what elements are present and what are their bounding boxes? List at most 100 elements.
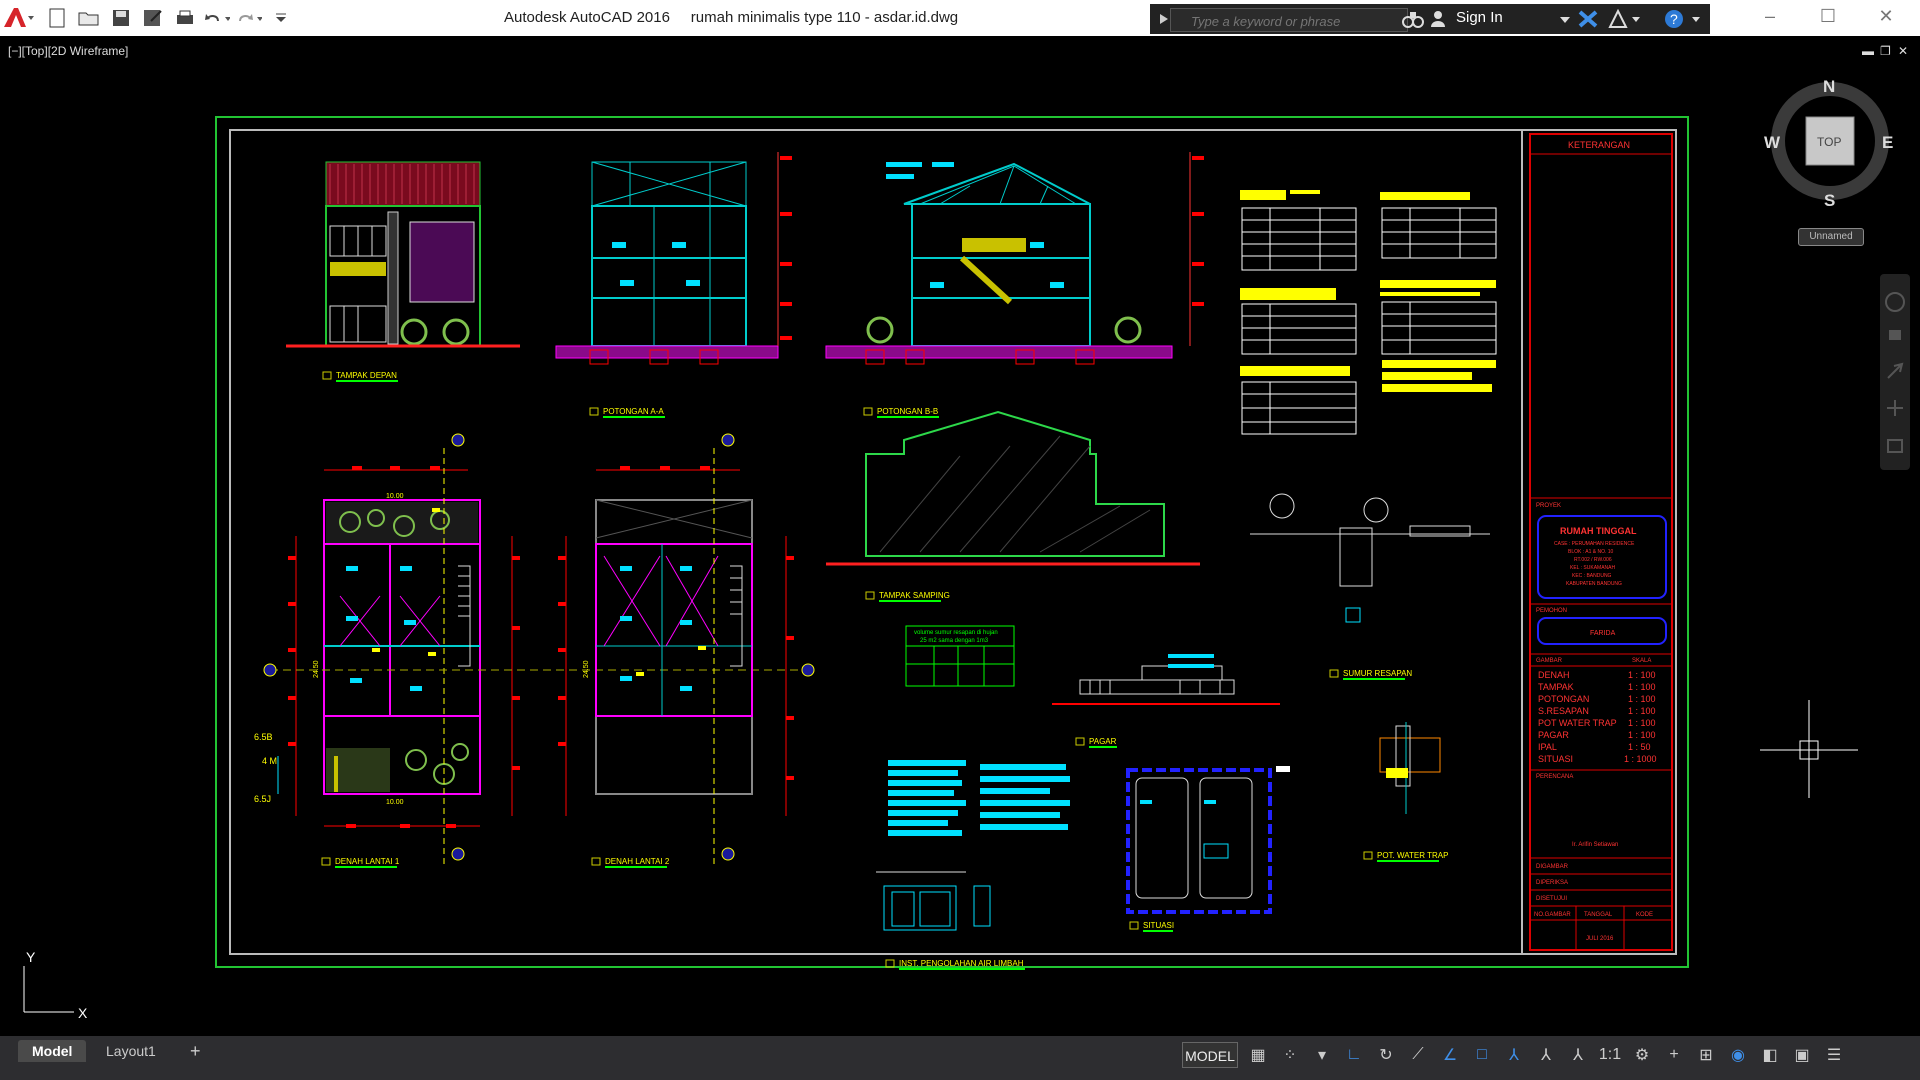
annotation-monitor-icon[interactable]: + [1660, 1042, 1688, 1068]
tb-skala: SKALA [1632, 658, 1651, 664]
navigation-bar [1880, 274, 1910, 470]
chevron-down-icon[interactable] [1560, 17, 1570, 23]
tb-gambar: GAMBAR [1536, 658, 1563, 664]
viewcube[interactable]: TOP N S W E [1764, 77, 1893, 210]
units-icon[interactable]: ⊞ [1692, 1042, 1720, 1068]
annotation-scale-icon[interactable]: ⅄ [1564, 1042, 1592, 1068]
site-plan: SITUASI [1126, 766, 1290, 932]
tb-pemohon-name: FARIDA [1590, 630, 1616, 637]
tb-project-line-5: KEC : BANDUNG [1572, 573, 1612, 579]
workspace-gear-icon[interactable]: ⚙ [1628, 1042, 1656, 1068]
search-box[interactable] [1170, 8, 1408, 32]
clean-screen-icon[interactable]: ▣ [1788, 1042, 1816, 1068]
viewcube-north[interactable]: N [1823, 77, 1835, 96]
showmotion-icon[interactable] [1887, 439, 1903, 453]
tab-layout1[interactable]: Layout1 [92, 1040, 170, 1062]
open-folder-icon[interactable] [76, 6, 102, 30]
add-layout-button[interactable]: + [176, 1040, 215, 1062]
dim-top: 10.00 [386, 493, 404, 500]
exchange-apps-icon[interactable] [1578, 10, 1598, 28]
viewcube-west[interactable]: W [1764, 133, 1781, 152]
auto-scale-icon[interactable]: ⅄ [1532, 1042, 1560, 1068]
isolate-objects-icon[interactable]: ◧ [1756, 1042, 1784, 1068]
ortho-icon[interactable]: ∟ [1340, 1042, 1368, 1068]
sign-in-button[interactable]: Sign In [1456, 9, 1503, 26]
redo-icon[interactable] [236, 6, 262, 30]
save-icon[interactable] [108, 6, 134, 30]
hardware-acceleration-icon[interactable]: ◉ [1724, 1042, 1752, 1068]
viewcube-east[interactable]: E [1882, 133, 1893, 152]
tb-sheet-scale-5: 1 : 100 [1628, 718, 1656, 728]
drawing-svg: TAMPAK DEPAN POTONGAN A-A POTONGAN B-B T… [23, 77, 1893, 1021]
notes-block [888, 760, 1070, 836]
steering-wheel-icon[interactable] [1885, 292, 1905, 312]
quick-access-toolbar [44, 6, 294, 30]
tb-sheet-name-7: IPAL [1538, 742, 1557, 752]
ucs-menu[interactable]: Unnamed [1798, 228, 1864, 246]
dim-side-2: 24.50 [583, 660, 590, 678]
tb-project-line-3: RT.002 / RW.006 [1574, 557, 1612, 563]
autodesk-a360-icon[interactable] [1608, 9, 1642, 29]
model-space-button[interactable]: MODEL [1182, 1042, 1238, 1068]
grid-icon[interactable]: ▦ [1244, 1042, 1272, 1068]
minimize-button[interactable]: – [1750, 6, 1790, 30]
annotation-visibility-icon[interactable]: ⅄ [1500, 1042, 1528, 1068]
snap-icon[interactable]: ⁘ [1276, 1042, 1304, 1068]
binoculars-icon[interactable] [1402, 9, 1424, 29]
tb-sheet-name-5: POT WATER TRAP [1538, 718, 1617, 728]
label-potongan-bb: POTONGAN B-B [877, 407, 938, 416]
label-potongan-aa: POTONGAN A-A [603, 407, 664, 416]
polar-tracking-icon[interactable]: ↻ [1372, 1042, 1400, 1068]
isodraft-icon[interactable]: ⟋ [1404, 1042, 1432, 1068]
annotation-scale-value[interactable]: 1:1 [1596, 1042, 1624, 1068]
plot-icon[interactable] [172, 6, 198, 30]
left-mark-2: 4 M [262, 756, 277, 766]
tb-sheet-name-8: SITUASI [1538, 754, 1573, 764]
tb-sheet-name-6: PAGAR [1538, 730, 1569, 740]
crosshair-cursor [1760, 700, 1858, 798]
floor-plan-1: 10.00 24.50 10.00 6.5B 4 M 6.5J DENAH LA… [254, 433, 520, 868]
zoom-icon[interactable] [1887, 362, 1904, 379]
tb-project-line-4: KEL : SUKAMANAH [1570, 565, 1615, 571]
viewport-restore-icon[interactable]: ❐ [1880, 44, 1891, 58]
tb-sheet-name-3: POTONGAN [1538, 694, 1589, 704]
customization-menu-icon[interactable]: ☰ [1820, 1042, 1848, 1068]
pan-icon[interactable] [1889, 330, 1901, 340]
customize-dropdown-icon[interactable] [268, 6, 294, 30]
autocad-logo-icon[interactable] [2, 5, 34, 31]
tb-disetujui: DISETUJUI [1536, 896, 1567, 902]
new-file-icon[interactable] [44, 6, 70, 30]
tb-perencana: PERENCANA [1536, 774, 1573, 780]
status-toolbar: ▦ ⁘ ▾ ∟ ↻ ⟋ ∠ □ ⅄ ⅄ ⅄ 1:1 ⚙ + ⊞ ◉ ◧ ▣ ☰ [1244, 1042, 1848, 1068]
orbit-icon[interactable] [1887, 400, 1903, 416]
chevron-down-icon[interactable]: ▾ [1308, 1042, 1336, 1068]
tb-sheet-name-2: TAMPAK [1538, 682, 1574, 692]
tb-digambar: DIGAMBAR [1536, 864, 1569, 870]
help-icon[interactable]: ? [1664, 9, 1704, 29]
label-denah-lantai-1: DENAH LANTAI 1 [335, 857, 400, 866]
label-sumur-resapan: SUMUR RESAPAN [1343, 669, 1412, 678]
well-note-2: 25 m2 sama dengan 1m3 [920, 638, 989, 644]
search-input[interactable] [1189, 11, 1403, 31]
undo-icon[interactable] [204, 6, 230, 30]
tb-sheet-scale-6: 1 : 100 [1628, 730, 1656, 740]
save-as-icon[interactable] [140, 6, 166, 30]
viewport-minimize-icon[interactable]: ▬ [1862, 44, 1874, 58]
viewcube-south[interactable]: S [1824, 191, 1835, 210]
tb-sheet-name-1: DENAH [1538, 670, 1570, 680]
tb-sheet-scale-3: 1 : 100 [1628, 694, 1656, 704]
tab-model[interactable]: Model [18, 1040, 87, 1062]
label-tampak-depan: TAMPAK DEPAN [336, 371, 397, 380]
maximize-button[interactable]: ☐ [1808, 6, 1848, 30]
object-snap-icon[interactable]: □ [1468, 1042, 1496, 1068]
drawing-canvas[interactable]: TAMPAK DEPAN POTONGAN A-A POTONGAN B-B T… [0, 36, 1920, 1036]
viewcube-top[interactable]: TOP [1817, 135, 1841, 149]
viewport-close-icon[interactable]: ✕ [1898, 44, 1908, 58]
user-icon[interactable] [1430, 10, 1446, 28]
close-button[interactable]: ✕ [1866, 6, 1906, 30]
object-snap-tracking-icon[interactable]: ∠ [1436, 1042, 1464, 1068]
viewport-controls-label[interactable]: [−][Top][2D Wireframe] [8, 44, 128, 58]
schedule-tables [1240, 190, 1497, 435]
search-expand-icon[interactable] [1160, 14, 1168, 24]
tb-project-line-1: CASE : PERUMAHAN RESIDENCE [1554, 541, 1635, 547]
